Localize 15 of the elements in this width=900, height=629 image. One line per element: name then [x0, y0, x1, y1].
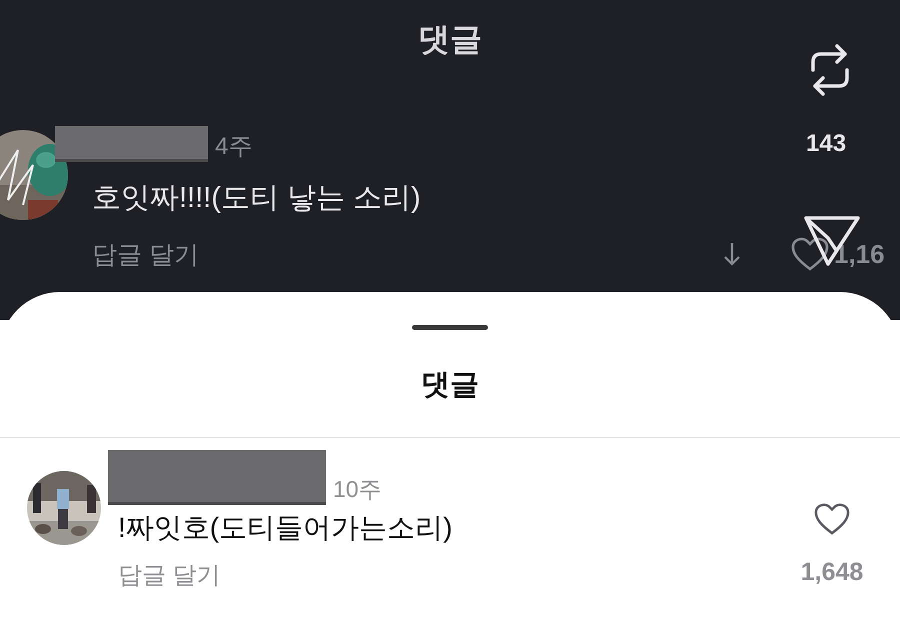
comment-text: !짜잇호(도티들어가는소리)	[118, 511, 454, 545]
screen-title: 댓글	[418, 21, 482, 57]
comment-time: 4주	[215, 132, 252, 162]
repost-count: 143	[806, 130, 846, 158]
sheet-title: 댓글	[421, 369, 479, 401]
heart-icon[interactable]	[790, 236, 830, 272]
reply-link[interactable]: 답글 달기	[118, 559, 221, 591]
comment-text: 호잇짜!!!!(도티 낳는 소리)	[92, 181, 422, 216]
like-count: 1,648	[800, 558, 864, 587]
drag-handle[interactable]	[412, 325, 488, 330]
down-arrow-icon[interactable]	[722, 241, 742, 267]
reply-link[interactable]: 답글 달기	[92, 238, 199, 270]
comment-time: 10주	[333, 475, 382, 504]
like-count: 1,16	[834, 238, 886, 270]
heart-icon[interactable]	[813, 502, 851, 536]
